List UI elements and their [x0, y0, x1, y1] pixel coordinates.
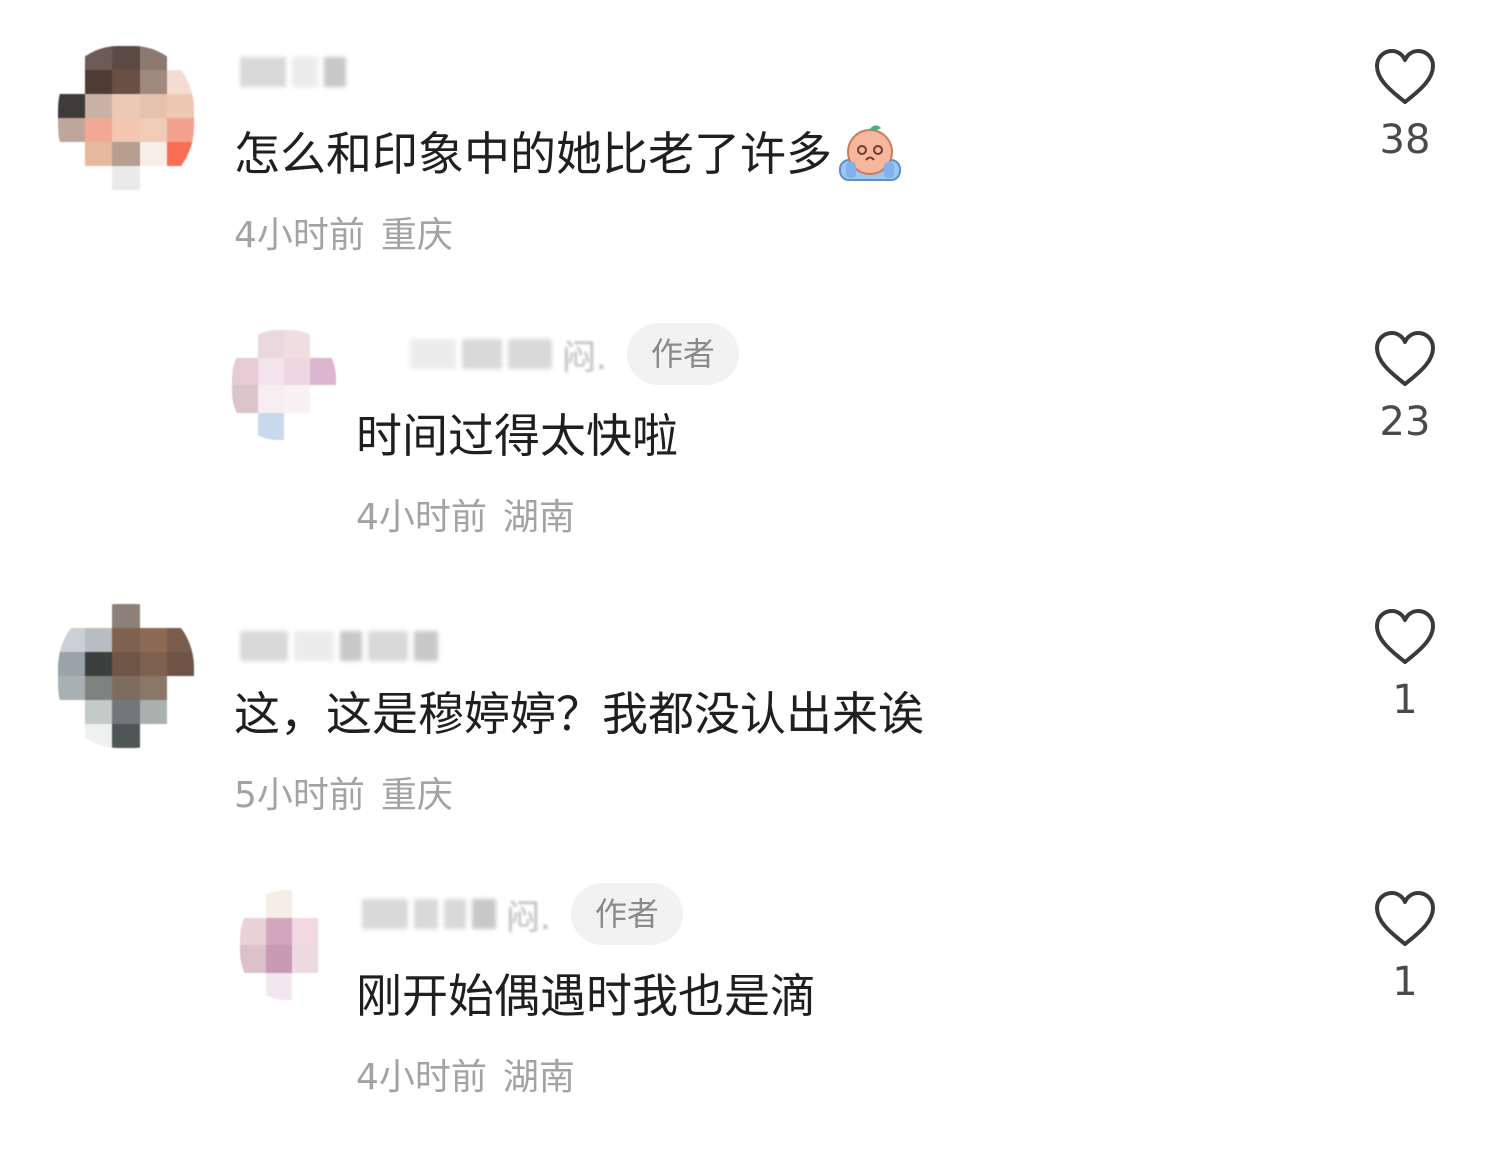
heart-outline-icon	[1375, 891, 1435, 946]
avatar[interactable]	[240, 890, 344, 1000]
comment-time: 4小时前	[356, 1057, 487, 1098]
like-button[interactable]: 1	[1360, 608, 1450, 724]
like-button[interactable]: 38	[1360, 48, 1450, 164]
username[interactable]	[240, 622, 444, 670]
avatar[interactable]	[58, 46, 194, 190]
comment-meta: 5小时前 重庆	[234, 774, 453, 818]
comment-time: 4小时前	[356, 497, 487, 538]
comment-time: 4小时前	[234, 215, 365, 256]
comment-text: 时间过得太快啦	[356, 406, 678, 466]
comment-location: 湖南	[502, 497, 575, 538]
username[interactable]: 闷. 作者	[362, 883, 683, 945]
avatar[interactable]	[232, 330, 336, 440]
comment-text-content: 刚开始偶遇时我也是滴	[356, 969, 816, 1023]
comment-text-content: 时间过得太快啦	[356, 409, 678, 463]
username-tail: 闷.	[562, 337, 607, 378]
comment-time: 5小时前	[234, 775, 365, 816]
author-badge: 作者	[570, 883, 683, 945]
heart-outline-icon	[1375, 609, 1435, 664]
comment-location: 湖南	[502, 1057, 575, 1098]
like-button[interactable]: 23	[1360, 330, 1450, 446]
comment-location: 重庆	[380, 775, 453, 816]
avatar[interactable]	[58, 604, 194, 748]
like-count: 38	[1379, 117, 1431, 163]
comment-text: 刚开始偶遇时我也是滴	[356, 966, 816, 1026]
author-badge: 作者	[626, 323, 739, 385]
username[interactable]	[240, 48, 352, 96]
comment-location: 重庆	[380, 215, 453, 256]
heart-outline-icon	[1375, 331, 1435, 386]
like-count: 1	[1392, 959, 1418, 1005]
heart-outline-icon	[1375, 49, 1435, 104]
comment-text: 怎么和印象中的她比老了许多	[234, 122, 904, 186]
username-tail: 闷.	[506, 897, 551, 938]
like-count: 1	[1392, 677, 1418, 723]
comment-meta: 4小时前 湖南	[356, 496, 575, 540]
comment-meta: 4小时前 湖南	[356, 1056, 575, 1100]
like-count: 23	[1379, 399, 1431, 445]
comment-text-content: 怎么和印象中的她比老了许多	[234, 127, 832, 181]
like-button[interactable]: 1	[1360, 890, 1450, 1006]
comment-text: 这，这是穆婷婷？我都没认出来诶	[234, 684, 924, 744]
username[interactable]: 闷. 作者	[410, 323, 739, 385]
comment-meta: 4小时前 重庆	[234, 214, 453, 258]
comment-text-content: 这，这是穆婷婷？我都没认出来诶	[234, 687, 924, 741]
crying-face-emoji-icon	[839, 125, 901, 181]
